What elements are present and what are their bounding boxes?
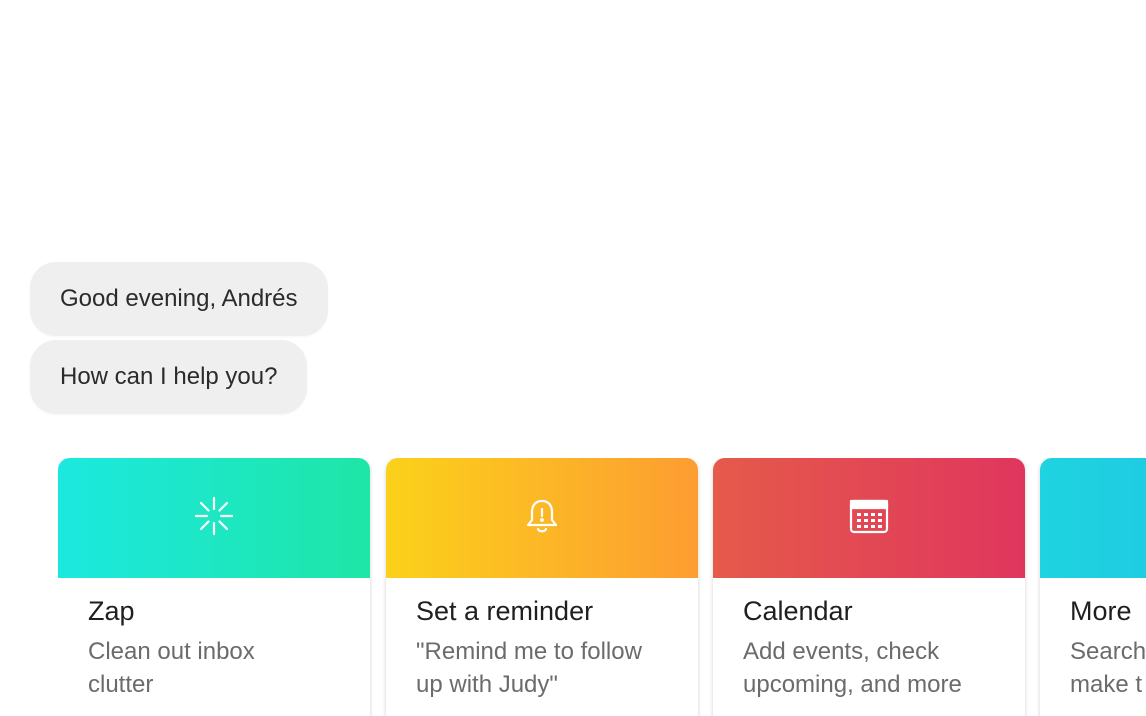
card-title: Set a reminder <box>416 596 594 626</box>
assistant-screen: Good evening, Andrés How can I help you? <box>0 0 1146 716</box>
card-description-line: up with Judy" <box>416 671 558 698</box>
greeting-text: Good evening, Andrés <box>60 285 298 312</box>
card-set-reminder[interactable]: Set a reminder "Remind me to follow up w… <box>386 458 698 716</box>
card-description-line: "Remind me to follow <box>416 638 642 665</box>
card-title: More <box>1070 596 1132 626</box>
card-description-line: Clean out inbox <box>88 638 255 665</box>
bell-alert-icon <box>520 494 564 543</box>
prompt-bubble: How can I help you? <box>30 340 308 414</box>
card-description-line: Add events, check <box>743 638 940 665</box>
calendar-icon <box>847 494 891 543</box>
card-title: Calendar <box>743 596 853 626</box>
card-header <box>386 458 698 578</box>
card-description-line: clutter <box>88 671 154 698</box>
card-header <box>713 458 1025 578</box>
card-description-line: Search <box>1070 638 1146 665</box>
card-more[interactable]: More Search make t <box>1040 458 1146 716</box>
card-header <box>1040 458 1146 578</box>
card-zap[interactable]: Zap Clean out inbox clutter <box>58 458 370 716</box>
card-header <box>58 458 370 578</box>
greeting-bubble: Good evening, Andrés <box>30 262 328 336</box>
card-description-line: make t <box>1070 671 1143 698</box>
sparkle-burst-icon <box>192 494 236 543</box>
card-title: Zap <box>88 596 135 626</box>
card-description-line: upcoming, and more <box>743 671 962 698</box>
suggestion-cards: Zap Clean out inbox clutter Set a remind… <box>58 458 1146 716</box>
prompt-text: How can I help you? <box>60 363 278 390</box>
card-calendar[interactable]: Calendar Add events, check upcoming, and… <box>713 458 1025 716</box>
